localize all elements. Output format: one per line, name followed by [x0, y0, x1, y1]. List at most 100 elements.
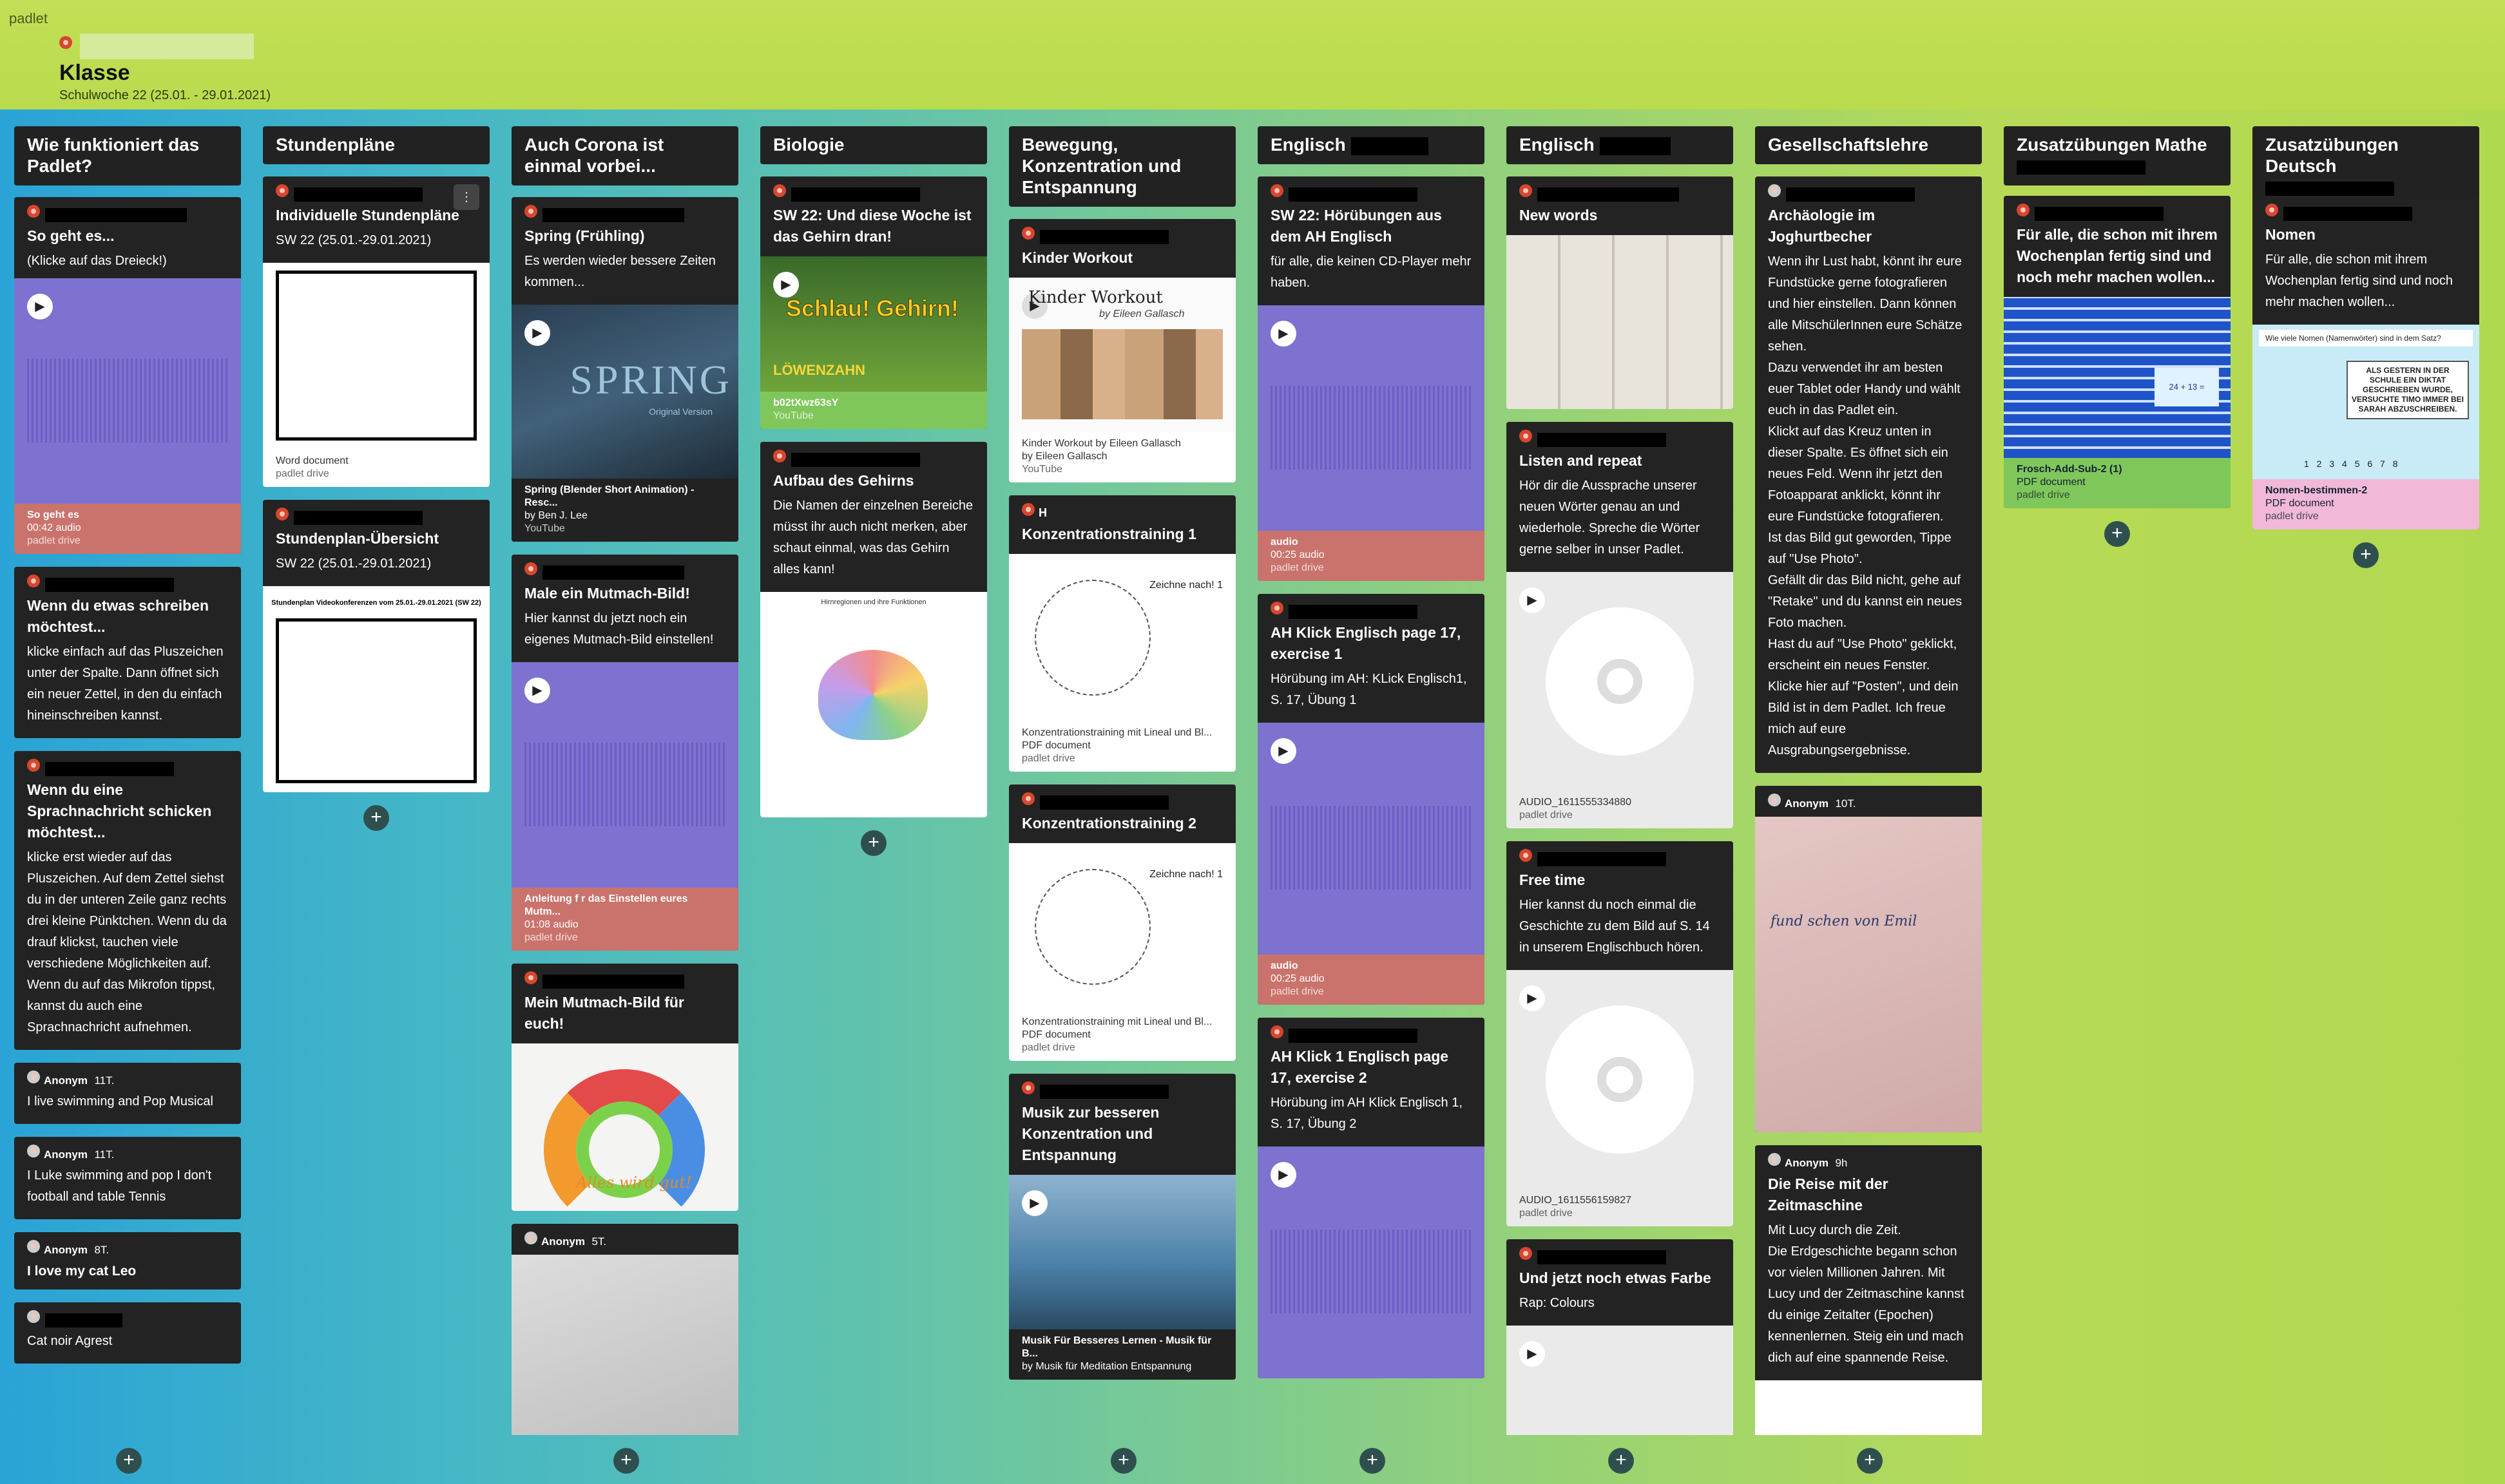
- post[interactable]: H Konzentrationstraining 1 Zeichne nach!…: [1009, 495, 1236, 772]
- post[interactable]: Konzentrationstraining 2 Zeichne nach! 1…: [1009, 785, 1236, 1061]
- post[interactable]: Free time Hier kannst du noch einmal die…: [1506, 841, 1733, 1226]
- post[interactable]: Spring (Frühling) Es werden wieder besse…: [512, 197, 738, 542]
- add-post-button[interactable]: +: [1359, 1448, 1385, 1474]
- document-preview[interactable]: Zeichne nach! 1: [1009, 843, 1236, 1011]
- add-post-button[interactable]: +: [1857, 1448, 1883, 1474]
- add-post-button[interactable]: +: [2353, 542, 2379, 568]
- post[interactable]: Anonym 10T. fund schen von Emil: [1755, 786, 1982, 1132]
- post[interactable]: So geht es... (Klicke auf das Dreieck!) …: [14, 197, 241, 554]
- attachment-info[interactable]: Nomen-bestimmen-2 PDF document padlet dr…: [2252, 479, 2479, 529]
- play-icon[interactable]: ▶: [1519, 587, 1545, 613]
- post[interactable]: AH Klick Englisch page 17, exercise 1 Hö…: [1258, 594, 1484, 1005]
- post[interactable]: Musik zur besseren Konzentration und Ent…: [1009, 1074, 1236, 1380]
- add-post-button[interactable]: +: [1608, 1448, 1634, 1474]
- post[interactable]: Für alle, die schon mit ihrem Wochenplan…: [2004, 196, 2231, 508]
- post-image[interactable]: [1755, 1380, 1982, 1435]
- rainbow-image[interactable]: Alles wird gut!: [512, 1043, 738, 1211]
- post[interactable]: Anonym 8T. I love my cat Leo: [14, 1232, 241, 1289]
- add-post-button[interactable]: +: [1111, 1448, 1137, 1474]
- post[interactable]: Und jetzt noch etwas Farbe Rap: Colours …: [1506, 1239, 1733, 1435]
- attachment-info[interactable]: Spring (Blender Short Animation) - Resc.…: [512, 479, 738, 542]
- attachment-info[interactable]: Frosch-Add-Sub-2 (1) PDF document padlet…: [2004, 458, 2231, 508]
- play-icon[interactable]: ▶: [1271, 321, 1296, 347]
- attachment-info[interactable]: Konzentrationstraining mit Lineal und Bl…: [1009, 721, 1236, 772]
- post-time: 8T.: [94, 1243, 110, 1256]
- attachment-info[interactable]: Konzentrationstraining mit Lineal und Bl…: [1009, 1011, 1236, 1061]
- audio-attachment[interactable]: ▶: [1506, 1326, 1733, 1435]
- avatar[interactable]: [59, 36, 72, 50]
- play-icon[interactable]: ▶: [1271, 738, 1296, 764]
- document-preview[interactable]: [263, 263, 490, 450]
- post[interactable]: Aufbau des Gehirns Die Namen der einzeln…: [760, 442, 987, 817]
- post[interactable]: Anonym 5T.: [512, 1224, 738, 1435]
- add-post-button[interactable]: +: [2104, 521, 2130, 547]
- post[interactable]: Anonym 11T. I live swimming and Pop Musi…: [14, 1063, 241, 1124]
- attachment-info[interactable]: audio 00:25 audio padlet drive: [1258, 955, 1484, 1005]
- audio-attachment[interactable]: ▶: [1258, 723, 1484, 955]
- play-icon[interactable]: ▶: [1519, 985, 1545, 1011]
- attachment-info[interactable]: b02tXwz63sY YouTube: [760, 392, 987, 429]
- post[interactable]: AH Klick 1 Englisch page 17, exercise 2 …: [1258, 1018, 1484, 1378]
- attachment-info[interactable]: Word document padlet drive: [263, 450, 490, 487]
- audio-attachment[interactable]: ▶: [1506, 970, 1733, 1189]
- post[interactable]: Mein Mutmach-Bild für euch! Alles wird g…: [512, 964, 738, 1211]
- video-thumbnail[interactable]: ▶ SPRING Original Version: [512, 305, 738, 479]
- post[interactable]: Wenn du etwas schreiben möchtest... klic…: [14, 567, 241, 738]
- attachment-info[interactable]: AUDIO_1611556159827 padlet drive: [1506, 1189, 1733, 1226]
- add-post-button[interactable]: +: [116, 1448, 142, 1474]
- post[interactable]: New words: [1506, 176, 1733, 409]
- post[interactable]: Archäologie im Joghurtbecher Wenn ihr Lu…: [1755, 176, 1982, 773]
- add-post-button[interactable]: +: [363, 805, 389, 831]
- vocabulary-image[interactable]: [1506, 235, 1733, 409]
- thumbnail-text: Schlau! Gehirn!: [785, 295, 959, 322]
- video-thumbnail[interactable]: ▶ Kinder Workout by Eileen Gallasch: [1009, 278, 1236, 432]
- post[interactable]: Anonym 11T. I Luke swimming and pop I do…: [14, 1137, 241, 1219]
- audio-attachment[interactable]: ▶: [14, 278, 241, 504]
- attachment-info[interactable]: audio 00:25 audio padlet drive: [1258, 531, 1484, 581]
- audio-attachment[interactable]: ▶: [1506, 572, 1733, 791]
- attachment-info[interactable]: Anleitung f r das Einstellen eures Mutm.…: [512, 888, 738, 951]
- audio-attachment[interactable]: ▶: [1258, 1146, 1484, 1378]
- post[interactable]: ⋮ Individuelle Stundenpläne SW 22 (25.01…: [263, 176, 490, 487]
- attachment-name: Frosch-Add-Sub-2 (1): [2017, 464, 2122, 475]
- add-post-button[interactable]: +: [613, 1448, 639, 1474]
- post-body: Mit Lucy durch die Zeit. Die Erdgeschich…: [1768, 1223, 1964, 1365]
- play-icon[interactable]: ▶: [524, 678, 550, 703]
- audio-attachment[interactable]: ▶: [1258, 305, 1484, 531]
- attachment-info[interactable]: So geht es 00:42 audio padlet drive: [14, 504, 241, 554]
- uploaded-photo[interactable]: fund schen von Emil: [1755, 817, 1982, 1132]
- play-icon[interactable]: ▶: [524, 320, 550, 346]
- attachment-info[interactable]: Kinder Workout by Eileen Gallasch by Eil…: [1009, 432, 1236, 482]
- post[interactable]: SW 22: Hörübungen aus dem AH Englisch fü…: [1258, 176, 1484, 581]
- post[interactable]: Nomen Für alle, die schon mit ihrem Woch…: [2252, 196, 2479, 529]
- play-icon[interactable]: ▶: [1271, 1162, 1296, 1188]
- post[interactable]: Wenn du eine Sprachnachricht schicken mö…: [14, 751, 241, 1050]
- brain-diagram[interactable]: Hirnregionen und ihre Funktionen: [760, 592, 987, 817]
- attachment-info[interactable]: Musik Für Besseres Lernen - Musik für B.…: [1009, 1329, 1236, 1380]
- play-icon[interactable]: ▶: [1022, 1190, 1048, 1216]
- post[interactable]: Stundenplan-Übersicht SW 22 (25.01.-29.0…: [263, 500, 490, 792]
- document-preview[interactable]: Zeichne nach! 1: [1009, 554, 1236, 721]
- post[interactable]: Kinder Workout ▶ Kinder Workout by Eilee…: [1009, 219, 1236, 482]
- uploaded-photo[interactable]: [512, 1255, 738, 1435]
- worksheet-image[interactable]: Wie viele Nomen (Namenwörter) sind in de…: [2252, 325, 2479, 479]
- post[interactable]: Cat noir Agrest: [14, 1302, 241, 1364]
- play-icon[interactable]: ▶: [773, 272, 799, 298]
- attachment-info[interactable]: AUDIO_1611555334880 padlet drive: [1506, 791, 1733, 828]
- play-icon[interactable]: ▶: [1519, 1341, 1545, 1367]
- document-preview[interactable]: Stundenplan Videokonferenzen vom 25.01.-…: [263, 586, 490, 792]
- post[interactable]: Listen and repeat Hör dir die Aussprache…: [1506, 422, 1733, 828]
- attachment-meta: 00:25 audio: [1271, 973, 1325, 984]
- play-icon[interactable]: ▶: [27, 294, 53, 319]
- add-post-button[interactable]: +: [861, 830, 887, 856]
- post-body: I love my cat Leo: [27, 1264, 137, 1279]
- video-thumbnail[interactable]: ▶ Schlau! Gehirn! LÖWENZAHN: [760, 256, 987, 392]
- post[interactable]: Anonym 9h Die Reise mit der Zeitmaschine…: [1755, 1145, 1982, 1435]
- audio-attachment[interactable]: ▶: [512, 662, 738, 888]
- more-options-icon[interactable]: ⋮: [454, 184, 479, 210]
- worksheet-image[interactable]: 24 + 13 =: [2004, 297, 2231, 458]
- post[interactable]: SW 22: Und diese Woche ist das Gehirn dr…: [760, 176, 987, 429]
- video-thumbnail[interactable]: ▶: [1009, 1175, 1236, 1329]
- post[interactable]: Male ein Mutmach-Bild! Hier kannst du je…: [512, 555, 738, 951]
- post-title: Konzentrationstraining 2: [1022, 815, 1196, 832]
